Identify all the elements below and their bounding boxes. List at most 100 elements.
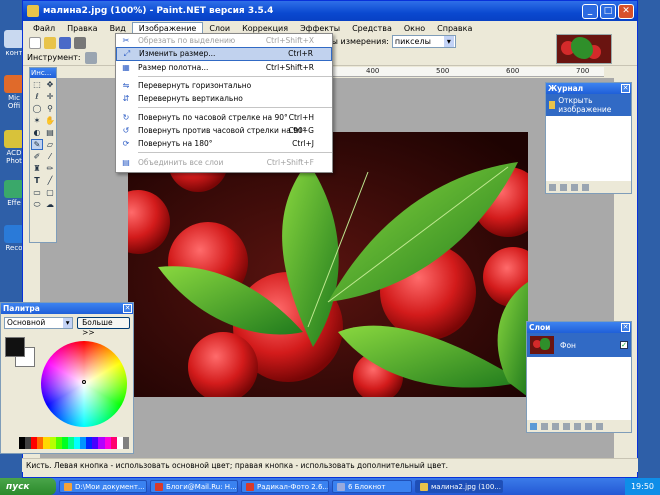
minimize-button[interactable]: _ [582, 3, 598, 19]
taskbar-button[interactable]: Блоги@Mail.Ru: Н... [150, 480, 238, 493]
move-icon[interactable]: ✛ [44, 91, 56, 102]
pan-icon[interactable]: ✋ [44, 115, 56, 126]
undo-icon[interactable] [560, 183, 567, 191]
menu-item-rotate-cw[interactable]: ↻ Повернуть по часовой стрелке на 90° Ctrl… [116, 110, 332, 123]
tools-panel-title[interactable]: Инс... [30, 68, 56, 78]
rewind-icon[interactable] [549, 183, 556, 191]
delete-layer-icon[interactable] [541, 422, 548, 430]
ellipse-icon[interactable]: ⬭ [31, 199, 43, 210]
zoom-icon[interactable]: ⚲ [44, 103, 56, 114]
ruler-tick: 600 [506, 67, 520, 75]
tool-picker-icon[interactable] [84, 51, 97, 64]
history-panel: Журнал ✕ Открыть изображение [545, 82, 632, 194]
menu-utilities[interactable]: Средства [346, 23, 398, 34]
layers-panel-header[interactable]: Слои ✕ [527, 322, 631, 333]
paintbrush-icon[interactable]: ✎ [31, 139, 43, 150]
close-icon[interactable]: ✕ [123, 304, 132, 313]
move-down-icon[interactable] [585, 422, 592, 430]
rounded-rectangle-icon[interactable]: ▢ [44, 187, 56, 198]
menu-help[interactable]: Справка [431, 23, 478, 34]
menu-item-resize[interactable]: ⤢ Изменить размер... Ctrl+R [116, 47, 332, 61]
history-panel-header[interactable]: Журнал ✕ [546, 83, 631, 94]
maximize-button[interactable]: □ [600, 3, 616, 19]
text-icon[interactable]: T [31, 175, 43, 186]
menu-edit[interactable]: Правка [61, 23, 103, 34]
color-mode-select[interactable]: Основной [4, 317, 74, 329]
move-up-icon[interactable] [574, 422, 581, 430]
recolor-icon[interactable]: ✏ [44, 163, 56, 174]
palette-panel-header[interactable]: Палитра ✕ [1, 303, 133, 314]
canvas-size-icon: ▦ [122, 62, 130, 72]
move-selection-icon[interactable]: ✥ [44, 79, 56, 90]
menu-item-shortcut: Ctrl+J [292, 139, 314, 149]
menu-adjustments[interactable]: Коррекция [236, 23, 294, 34]
freeform-shape-icon[interactable]: ☁ [44, 199, 56, 210]
menu-layers[interactable]: Слои [203, 23, 236, 34]
gradient-icon[interactable]: ▤ [44, 127, 56, 138]
menu-item-flip-horizontal[interactable]: ⇋ Перевернуть горизонтально [116, 79, 332, 92]
color-wheel[interactable] [41, 341, 127, 427]
ellipse-select-icon[interactable]: ◯ [31, 103, 43, 114]
eraser-icon[interactable]: ▱ [44, 139, 56, 150]
menu-item-rotate-ccw[interactable]: ↺ Повернуть против часовой стрелки на 90°… [116, 124, 332, 137]
menu-item-label: Перевернуть горизонтально [138, 81, 252, 91]
primary-color-swatch[interactable] [5, 337, 25, 357]
color-wheel-cursor [82, 380, 86, 384]
history-item[interactable]: Открыть изображение [546, 94, 631, 116]
clone-stamp-icon[interactable]: ♜ [31, 163, 43, 174]
title-bar[interactable]: малина2.jpg (100%) - Paint.NET версия 3.… [23, 1, 637, 21]
pencil-icon[interactable]: ✐ [31, 151, 43, 162]
menu-item-canvas-size[interactable]: ▦ Размер полотна... Ctrl+Shift+R [116, 61, 332, 74]
add-layer-icon[interactable] [530, 422, 537, 430]
menu-item-shortcut: Ctrl+R [288, 49, 313, 59]
menu-item-label: Повернуть на 180° [138, 139, 213, 149]
menu-item-label: Объединить все слои [138, 157, 224, 167]
fast-forward-icon[interactable] [582, 183, 589, 191]
flip-horizontal-icon: ⇋ [122, 81, 130, 91]
rectangle-icon[interactable]: ▭ [31, 187, 43, 198]
menu-effects[interactable]: Эффекты [294, 23, 346, 34]
flatten-icon: ▤ [122, 157, 130, 167]
open-icon[interactable] [44, 36, 56, 49]
menu-item-shortcut: Ctrl+H [288, 112, 314, 122]
color-picker-icon[interactable]: ⁄ [44, 151, 56, 162]
rectangle-select-icon[interactable]: ⬚ [31, 79, 43, 90]
layer-thumbnail [530, 336, 554, 354]
window-title: малина2.jpg (100%) - Paint.NET версия 3.… [43, 6, 274, 16]
layer-properties-icon[interactable] [596, 422, 603, 430]
taskbar-button[interactable]: малина2.jpg (100... [415, 480, 503, 493]
units-select[interactable]: пикселы [391, 35, 456, 48]
taskbar-button[interactable]: 6 Блокнот [332, 480, 412, 493]
flip-vertical-icon: ⇵ [122, 94, 130, 104]
menu-file[interactable]: Файл [27, 23, 61, 34]
menu-view[interactable]: Вид [104, 23, 132, 34]
taskbar-button[interactable]: D:\Мои документ... [59, 480, 147, 493]
layers-panel: Слои ✕ Фон ✓ [526, 321, 632, 433]
lasso-icon[interactable]: ℓ [31, 91, 43, 102]
paint-bucket-icon[interactable]: ◐ [31, 127, 43, 138]
taskbar-button[interactable]: Радикал-Фото 2.6... [241, 480, 329, 493]
palette-swatches[interactable] [19, 437, 129, 449]
duplicate-layer-icon[interactable] [552, 422, 559, 430]
layer-row[interactable]: Фон ✓ [527, 333, 631, 357]
start-button[interactable]: пуск [0, 478, 56, 495]
redo-icon[interactable] [571, 183, 578, 191]
menu-item-shortcut: Ctrl+Shift+F [266, 157, 314, 167]
menu-window[interactable]: Окно [398, 23, 431, 34]
folder-icon [64, 482, 72, 491]
close-icon[interactable]: ✕ [621, 323, 630, 332]
print-icon[interactable] [74, 36, 86, 49]
new-icon[interactable] [29, 36, 41, 49]
image-thumbnail[interactable] [556, 34, 612, 64]
close-icon[interactable]: ✕ [621, 84, 630, 93]
menu-item-flip-vertical[interactable]: ⇵ Перевернуть вертикально [116, 92, 332, 105]
layer-visibility-checkbox[interactable]: ✓ [620, 341, 628, 349]
menu-item-rotate-180[interactable]: ⟳ Повернуть на 180° Ctrl+J [116, 137, 332, 150]
merge-layer-icon[interactable] [563, 422, 570, 430]
line-icon[interactable]: ╱ [44, 175, 56, 186]
ruler-tick: 500 [436, 67, 450, 75]
more-colors-button[interactable]: Больше >> [77, 317, 130, 337]
save-icon[interactable] [59, 36, 71, 49]
close-button[interactable]: ✕ [618, 3, 634, 19]
magic-wand-icon[interactable]: ✶ [31, 115, 43, 126]
